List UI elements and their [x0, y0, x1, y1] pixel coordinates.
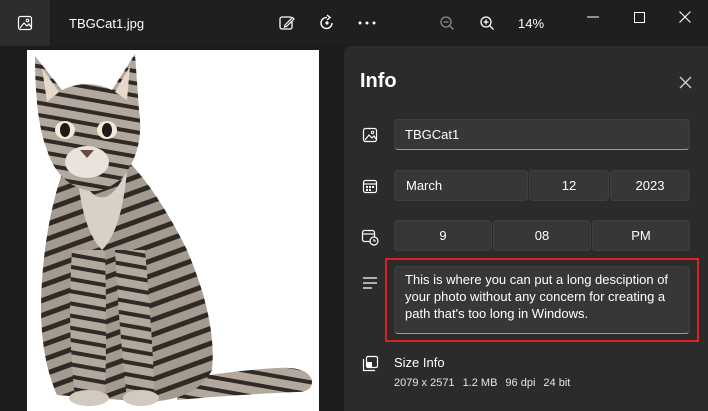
- minimize-icon[interactable]: [570, 0, 616, 34]
- info-panel: Info TBGCat1 March 12 2023 9 08 PM This …: [344, 46, 708, 411]
- date-day-field[interactable]: 12: [529, 170, 609, 201]
- gallery-icon[interactable]: [0, 0, 50, 46]
- highlight-box: [385, 258, 699, 342]
- calendar-icon: [361, 177, 379, 195]
- file-size: 1.2 MB: [462, 377, 498, 389]
- time-hour-field[interactable]: 9: [394, 220, 492, 251]
- calendar-clock-icon: [361, 228, 379, 246]
- image-icon: [361, 126, 379, 144]
- zoom-level[interactable]: 14%: [518, 16, 544, 31]
- size-details: 2079 x 2571 1.2 MB 96 dpi 24 bit: [394, 377, 578, 389]
- time-minute-field[interactable]: 08: [493, 220, 591, 251]
- zoom-out-icon[interactable]: [434, 10, 460, 36]
- size-info-icon: [361, 354, 379, 372]
- time-period-field[interactable]: PM: [592, 220, 690, 251]
- more-icon[interactable]: [354, 10, 380, 36]
- name-field[interactable]: TBGCat1: [394, 119, 690, 150]
- file-name: TBGCat1.jpg: [69, 16, 145, 31]
- close-icon[interactable]: [662, 0, 708, 34]
- edit-image-icon[interactable]: [274, 10, 300, 36]
- rotate-icon[interactable]: [314, 10, 340, 36]
- info-title: Info: [360, 70, 397, 92]
- date-month-field[interactable]: March: [394, 170, 528, 201]
- close-info-icon[interactable]: [674, 71, 696, 93]
- date-year-field[interactable]: 2023: [610, 170, 690, 201]
- maximize-icon[interactable]: [616, 0, 662, 34]
- zoom-in-icon[interactable]: [474, 10, 500, 36]
- cat-photo[interactable]: [27, 50, 319, 411]
- image-viewer[interactable]: [0, 46, 344, 411]
- title-bar: TBGCat1.jpg 14%: [0, 0, 708, 46]
- size-info-label: Size Info: [394, 355, 445, 370]
- image-dimensions: 2079 x 2571: [394, 377, 455, 389]
- description-icon: [361, 274, 379, 292]
- bit-depth: 24 bit: [543, 377, 571, 389]
- image-dpi: 96 dpi: [505, 377, 536, 389]
